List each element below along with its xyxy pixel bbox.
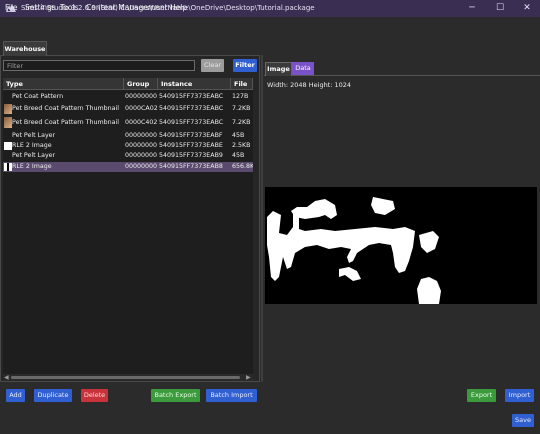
dog-thumbnail-icon — [4, 104, 12, 114]
cell-instance: 540915FF7373EABC — [159, 118, 224, 126]
table-row[interactable]: Pet Pelt Layer 00000000 540915FF7373EAB9 45… — [3, 151, 253, 161]
scroll-right-icon[interactable]: ▶ — [246, 374, 251, 381]
scroll-left-icon[interactable]: ◀ — [4, 374, 9, 381]
maximize-button[interactable]: ☐ — [486, 0, 514, 17]
cell-instance: 540915FF7373EAB9 — [159, 152, 223, 159]
table-row[interactable]: Pet Breed Coat Pattern Thumbnail 0000CA02… — [3, 103, 253, 115]
image-preview — [265, 187, 537, 304]
menu-tools[interactable]: Tools — [60, 3, 78, 12]
cell-instance: 540915FF7373EABE — [159, 142, 223, 149]
cell-instance: 540915FF7373EAB8 — [159, 163, 223, 170]
cell-file: 7.2KB — [232, 118, 251, 126]
export-button[interactable]: Export — [467, 389, 496, 402]
table-row[interactable]: RLE 2 Image 00000000 540915FF7373EABE 2.5KB — [3, 141, 253, 151]
tab-warehouse[interactable]: Warehouse — [3, 41, 47, 56]
cell-type: Pet Pelt Layer — [12, 152, 56, 159]
delete-button[interactable]: Delete — [81, 389, 108, 402]
table-row[interactable]: RLE 2 Image 00000000 540915FF7373EAB8 656.8… — [3, 162, 253, 172]
cell-type: Pet Breed Coat Pattern Thumbnail — [12, 105, 119, 112]
save-button[interactable]: Save — [512, 414, 534, 427]
dog-thumbnail-icon — [4, 117, 12, 128]
menu-content-management[interactable]: Content Management — [86, 3, 168, 12]
cell-file: 656.8K — [232, 163, 253, 170]
cell-group: 0000CA02 — [125, 105, 158, 112]
cell-type: RLE 2 Image — [12, 142, 52, 149]
column-header-group[interactable]: Group — [124, 78, 158, 90]
image-thumbnail-icon — [4, 142, 12, 150]
cell-file: 45B — [232, 132, 245, 139]
image-dimensions: Width: 2048 Height: 1024 — [267, 81, 352, 89]
cell-type: Pet Breed Coat Pattern Thumbnail — [12, 118, 119, 126]
cell-group: 00000000 — [125, 132, 158, 139]
tab-image[interactable]: Image — [265, 62, 292, 76]
menu-bar — [0, 17, 540, 33]
filter-button[interactable]: Filter — [233, 59, 257, 72]
duplicate-button[interactable]: Duplicate — [34, 389, 72, 402]
pane-splitter[interactable] — [261, 55, 263, 382]
menu-settings[interactable]: Settings — [25, 3, 56, 12]
column-header-file[interactable]: File — [231, 78, 253, 90]
cell-instance: 540915FF7373EABC — [159, 93, 224, 100]
cell-group: 0000C402 — [125, 118, 158, 126]
batch-import-button[interactable]: Batch Import — [206, 389, 257, 402]
cell-group: 00000000 — [125, 152, 158, 159]
cell-file: 7.2KB — [232, 105, 251, 112]
cell-instance: 540915FF7373EABF — [159, 132, 223, 139]
cell-instance: 540915FF7373EABC — [159, 105, 224, 112]
tab-data[interactable]: Data — [292, 62, 314, 75]
add-button[interactable]: Add — [6, 389, 25, 402]
menu-help[interactable]: Help — [170, 3, 187, 12]
cell-type: Pet Pelt Layer — [12, 132, 56, 139]
table-row[interactable]: Pet Breed Coat Pattern Thumbnail 0000C402… — [3, 116, 253, 129]
resource-table: Type Group Instance File Pet Coat Patter… — [3, 78, 253, 374]
cell-group: 00000000 — [125, 93, 158, 100]
column-header-instance[interactable]: Instance — [158, 78, 231, 90]
batch-export-button[interactable]: Batch Export — [151, 389, 200, 402]
filter-input[interactable]: Filter — [3, 60, 195, 71]
import-button[interactable]: Import — [505, 389, 534, 402]
cell-file: 45B — [232, 152, 245, 159]
scrollbar-thumb[interactable] — [11, 376, 240, 379]
cell-type: RLE 2 Image — [12, 163, 52, 170]
minimize-button[interactable]: ─ — [458, 0, 486, 17]
cell-group: 00000000 — [125, 142, 158, 149]
clear-button[interactable]: Clear — [201, 59, 224, 72]
cell-type: Pet Coat Pattern — [12, 93, 64, 100]
cell-group: 00000000 — [125, 163, 158, 170]
cell-file: 2.5KB — [232, 142, 251, 149]
cell-file: 127B — [232, 93, 249, 100]
table-row[interactable]: Pet Pelt Layer 00000000 540915FF7373EABF 45… — [3, 131, 253, 141]
image-thumbnail-icon — [4, 163, 12, 171]
table-row[interactable]: Pet Coat Pattern 00000000 540915FF7373EABC… — [3, 92, 253, 102]
menu-file[interactable]: File — [5, 3, 18, 12]
close-button[interactable]: ✕ — [513, 0, 540, 17]
column-header-type[interactable]: Type — [3, 78, 124, 90]
